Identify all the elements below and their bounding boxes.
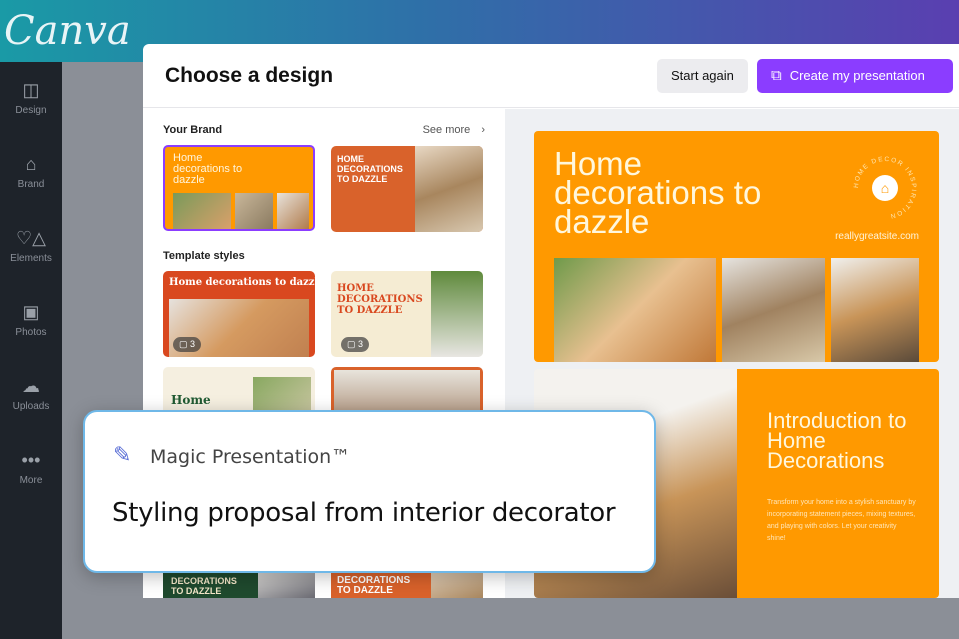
photo bbox=[173, 193, 231, 229]
magic-presentation-card: ✎ Magic Presentation™ Styling proposal f… bbox=[83, 410, 656, 573]
slide-text-panel: Introduction to Home Decorations Transfo… bbox=[737, 369, 939, 598]
create-label: Create my presentation bbox=[789, 68, 925, 83]
plant-photo bbox=[554, 258, 716, 362]
page-count-badge: ▢ 3 bbox=[341, 337, 370, 352]
site-url: reallygreatsite.com bbox=[835, 231, 919, 242]
sidebar-label: Design bbox=[15, 105, 47, 116]
thumb-title: HOME DECORATIONS TO DAZZLE bbox=[337, 154, 403, 184]
slide-title: Introduction to Home Decorations bbox=[767, 408, 907, 473]
magic-presentation-label: Magic Presentation™ bbox=[150, 446, 351, 468]
brand-thumb-1[interactable]: Home decorations to dazzle bbox=[163, 145, 315, 231]
sidebar: ◫ Design ⌂ Brand ♡△ Elements ▣ Photos ☁ Uploa… bbox=[0, 62, 62, 639]
slide-body: Transform your home into a stylish sanct… bbox=[767, 499, 916, 542]
sidebar-label: Uploads bbox=[12, 401, 50, 412]
your-brand-heading: Your Brand bbox=[163, 124, 223, 136]
photo bbox=[415, 146, 483, 232]
brand-icon: ⌂ bbox=[25, 154, 37, 174]
sidebar-item-design[interactable]: ◫ Design bbox=[0, 80, 62, 116]
see-more-link[interactable]: See more › bbox=[423, 124, 485, 136]
sidebar-label: Elements bbox=[10, 253, 52, 264]
sidebar-label: Brand bbox=[17, 179, 45, 190]
home-icon: ⌂ bbox=[872, 175, 898, 201]
thumb-title: HOME DECORATIONS TO DAZZLE bbox=[337, 283, 423, 316]
canva-logo[interactable]: Canva bbox=[4, 8, 131, 54]
template-thumb-2[interactable]: HOME DECORATIONS TO DAZZLE ▢ 3 bbox=[331, 271, 483, 357]
thumb-title: Home bbox=[171, 393, 211, 407]
photo bbox=[235, 193, 273, 229]
sidebar-item-more[interactable]: ••• More bbox=[0, 450, 62, 486]
modal-header: Choose a design Start again ⧉ Create my p… bbox=[143, 44, 959, 108]
sidebar-item-elements[interactable]: ♡△ Elements bbox=[0, 228, 62, 264]
sidebar-label: More bbox=[19, 475, 43, 486]
see-more-label: See more bbox=[422, 124, 471, 136]
sidebar-item-photos[interactable]: ▣ Photos bbox=[0, 302, 62, 338]
magic-pen-icon: ✎ bbox=[113, 442, 132, 467]
cloud-upload-icon: ☁ bbox=[22, 376, 40, 396]
thumb-title: DECORATIONS TO DAZZLE bbox=[337, 575, 411, 596]
template-thumb-1[interactable]: Home decorations to dazzle ▢ 3 bbox=[163, 271, 315, 357]
thumb-title: Home decorations to dazzle bbox=[173, 152, 243, 186]
page-count-badge: ▢ 3 bbox=[173, 337, 202, 352]
sidebar-item-uploads[interactable]: ☁ Uploads bbox=[0, 376, 62, 412]
photo bbox=[277, 193, 309, 229]
photo bbox=[431, 271, 483, 357]
decor-badge: HOME DECOR INSPIRATION ⌂ bbox=[852, 155, 918, 221]
thumb-title: Home decorations to dazzle bbox=[169, 277, 315, 288]
sofa-photo bbox=[831, 258, 919, 362]
slide-title: Home decorations to dazzle bbox=[554, 145, 762, 240]
layout-icon: ◫ bbox=[22, 80, 40, 100]
sidebar-item-brand[interactable]: ⌂ Brand bbox=[0, 154, 62, 190]
prompt-text[interactable]: Styling proposal from interior decorator bbox=[112, 498, 616, 528]
modal-title: Choose a design bbox=[165, 64, 334, 87]
shapes-icon: ♡△ bbox=[16, 228, 46, 248]
basket-photo bbox=[722, 258, 825, 362]
brand-thumb-2[interactable]: HOME DECORATIONS TO DAZZLE bbox=[331, 146, 483, 232]
chevron-right-icon: › bbox=[481, 124, 485, 136]
preview-slide-1[interactable]: Home decorations to dazzle HOME DECOR IN… bbox=[534, 131, 939, 362]
external-link-icon: ⧉ bbox=[771, 67, 782, 84]
sidebar-label: Photos bbox=[15, 327, 47, 338]
template-styles-heading: Template styles bbox=[163, 250, 245, 262]
more-icon: ••• bbox=[21, 450, 41, 470]
thumb-title: DECORATIONS TO DAZZLE bbox=[171, 576, 237, 596]
image-icon: ▣ bbox=[22, 302, 40, 322]
create-presentation-button[interactable]: ⧉ Create my presentation bbox=[757, 59, 953, 93]
start-again-button[interactable]: Start again bbox=[657, 59, 748, 93]
